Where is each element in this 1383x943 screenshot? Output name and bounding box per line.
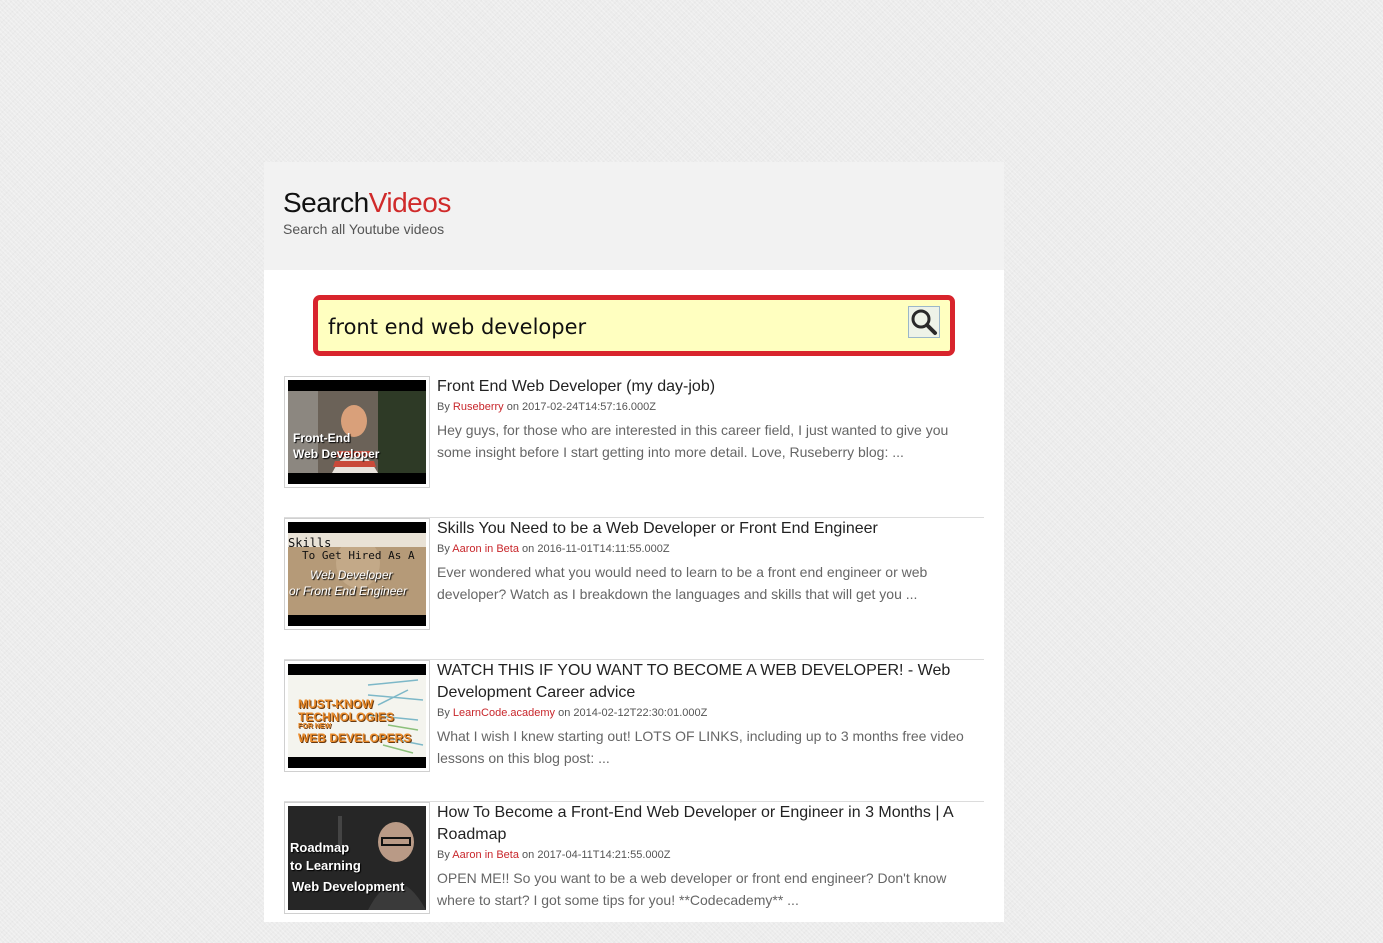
logo-videos-text: Videos xyxy=(368,187,452,218)
publish-date: 2017-04-11T14:21:55.000Z xyxy=(537,849,671,861)
site-tagline: Search all Youtube videos xyxy=(283,221,445,237)
publish-date: 2017-02-24T14:57:16.000Z xyxy=(522,401,656,413)
result-item: Skills To Get Hired As A Web Developer o… xyxy=(284,518,984,660)
publish-date: 2016-11-01T14:11:55.000Z xyxy=(537,543,670,555)
thumbnail-caption: WEB DEVELOPERS xyxy=(298,731,412,745)
thumbnail-caption: Web Developer xyxy=(310,568,393,582)
result-item: Front-End Web Developer Front End Web De… xyxy=(284,376,984,518)
channel-link[interactable]: Ruseberry xyxy=(453,401,504,413)
thumbnail-caption: Front-End xyxy=(293,431,351,445)
video-title[interactable]: Skills You Need to be a Web Developer or… xyxy=(437,518,984,540)
search-button[interactable] xyxy=(908,306,940,338)
video-thumbnail[interactable]: Roadmap to Learning Web Development xyxy=(284,802,430,914)
channel-link[interactable]: Aaron in Beta xyxy=(452,543,519,555)
thumbnail-caption: Roadmap xyxy=(290,840,350,855)
search-icon xyxy=(911,309,937,335)
thumbnail-caption: or Front End Engineer xyxy=(289,584,408,598)
video-title[interactable]: Front End Web Developer (my day-job) xyxy=(437,376,984,398)
video-thumbnail[interactable]: Skills To Get Hired As A Web Developer o… xyxy=(284,518,430,630)
search-input[interactable] xyxy=(326,308,900,346)
channel-link[interactable]: LearnCode.academy xyxy=(453,707,555,719)
results-list: Front-End Web Developer Front End Web De… xyxy=(284,376,984,943)
main-card: SearchVideos Search all Youtube videos f… xyxy=(264,162,1004,922)
video-thumbnail[interactable]: Front-End Web Developer xyxy=(284,376,430,488)
video-meta: By Ruseberry on 2017-02-24T14:57:16.000Z xyxy=(437,401,656,413)
logo-search-text: Search xyxy=(283,187,369,218)
video-description: Ever wondered what you would need to lea… xyxy=(437,564,928,602)
result-item: Roadmap to Learning Web Development How … xyxy=(284,802,984,943)
channel-link[interactable]: Aaron in Beta xyxy=(452,849,519,861)
video-meta: By Aaron in Beta on 2017-04-11T14:21:55.… xyxy=(437,849,671,861)
result-item: MUST-KNOW TECHNOLOGIES FOR NEW WEB DEVEL… xyxy=(284,660,984,802)
site-logo[interactable]: SearchVideos xyxy=(283,187,451,219)
publish-date: 2014-02-12T22:30:01.000Z xyxy=(573,707,708,719)
thumbnail-caption: FOR NEW xyxy=(298,723,332,730)
thumbnail-caption: to Learning xyxy=(290,858,361,873)
video-description: What I wish I knew starting out! LOTS OF… xyxy=(437,728,964,766)
thumbnail-caption: To Get Hired As A xyxy=(302,549,415,562)
video-title[interactable]: How To Become a Front-End Web Developer … xyxy=(437,802,984,846)
video-meta: By Aaron in Beta on 2016-11-01T14:11:55.… xyxy=(437,543,670,555)
video-description: OPEN ME!! So you want to be a web develo… xyxy=(437,870,947,908)
search-box xyxy=(313,295,955,356)
thumbnail-caption: Web Developer xyxy=(293,447,380,461)
video-description: Hey guys, for those who are interested i… xyxy=(437,422,949,460)
video-thumbnail[interactable]: MUST-KNOW TECHNOLOGIES FOR NEW WEB DEVEL… xyxy=(284,660,430,772)
video-meta: By LearnCode.academy on 2014-02-12T22:30… xyxy=(437,707,708,719)
video-title[interactable]: WATCH THIS IF YOU WANT TO BECOME A WEB D… xyxy=(437,660,984,704)
thumbnail-caption: Web Development xyxy=(292,879,405,894)
header: SearchVideos Search all Youtube videos xyxy=(264,162,1004,270)
